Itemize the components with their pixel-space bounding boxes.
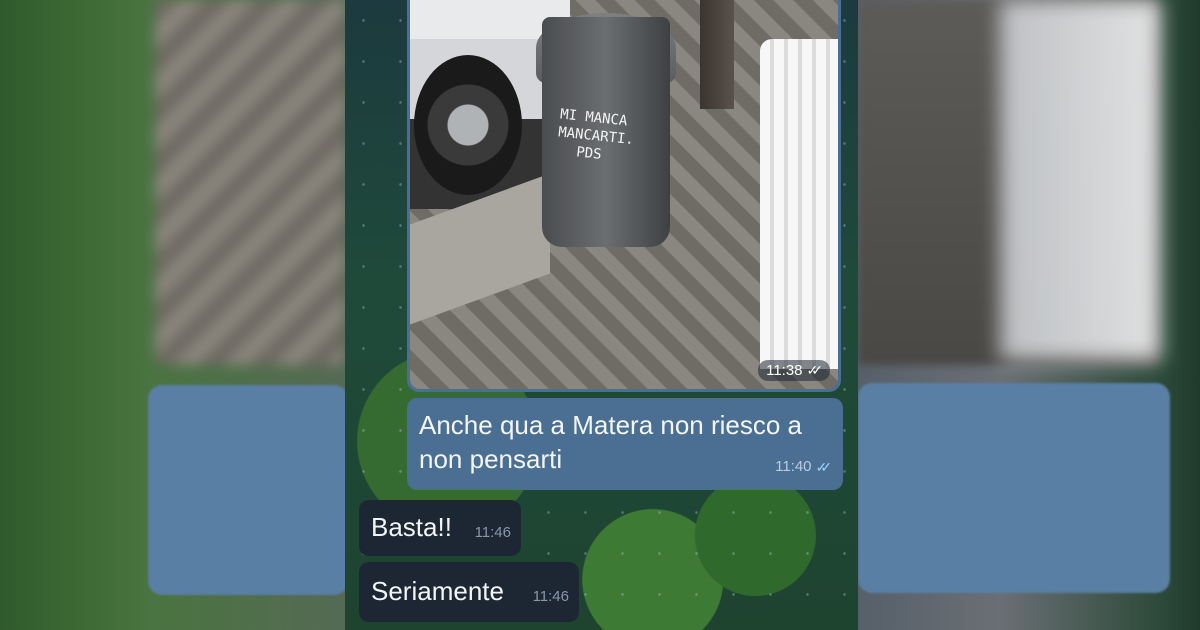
photo-message[interactable]: MI MANCA MANCARTI. PDS 11:38 ✓✓: [407, 0, 841, 392]
message-time: 11:40: [775, 458, 812, 475]
incoming-message[interactable]: Basta!! 11:46: [359, 500, 521, 556]
blurred-bubble-right: [858, 383, 1170, 593]
car-wheel: [414, 55, 522, 195]
message-time: 11:46: [532, 588, 569, 605]
white-chair: [760, 39, 838, 369]
bin-writing: MI MANCA MANCARTI. PDS: [555, 105, 670, 170]
blurred-chair-right: [1000, 0, 1160, 360]
message-meta: 11:40 ✓✓: [775, 450, 833, 484]
photo[interactable]: MI MANCA MANCARTI. PDS 11:38 ✓✓: [410, 0, 838, 389]
photo-time-label: 11:38: [766, 362, 803, 379]
double-check-icon: ✓✓: [806, 362, 824, 378]
message-text: Anche qua a Matera non riesco a non pens…: [419, 410, 803, 474]
chat-area[interactable]: MI MANCA MANCARTI. PDS 11:38 ✓✓ Anche qu…: [345, 0, 858, 630]
message-text: Seriamente: [371, 576, 504, 606]
incoming-message[interactable]: Seriamente 11:46: [359, 562, 579, 622]
message-text: Basta!!: [371, 512, 452, 542]
message-time: 11:46: [474, 524, 511, 541]
blurred-bubble-left: [148, 385, 348, 595]
photo-timestamp: 11:38 ✓✓: [758, 360, 830, 381]
blurred-pavement-left: [155, 0, 345, 365]
outgoing-message[interactable]: Anche qua a Matera non riesco a non pens…: [407, 398, 843, 490]
table-pole: [700, 0, 734, 109]
double-check-icon: ✓✓: [815, 459, 833, 475]
